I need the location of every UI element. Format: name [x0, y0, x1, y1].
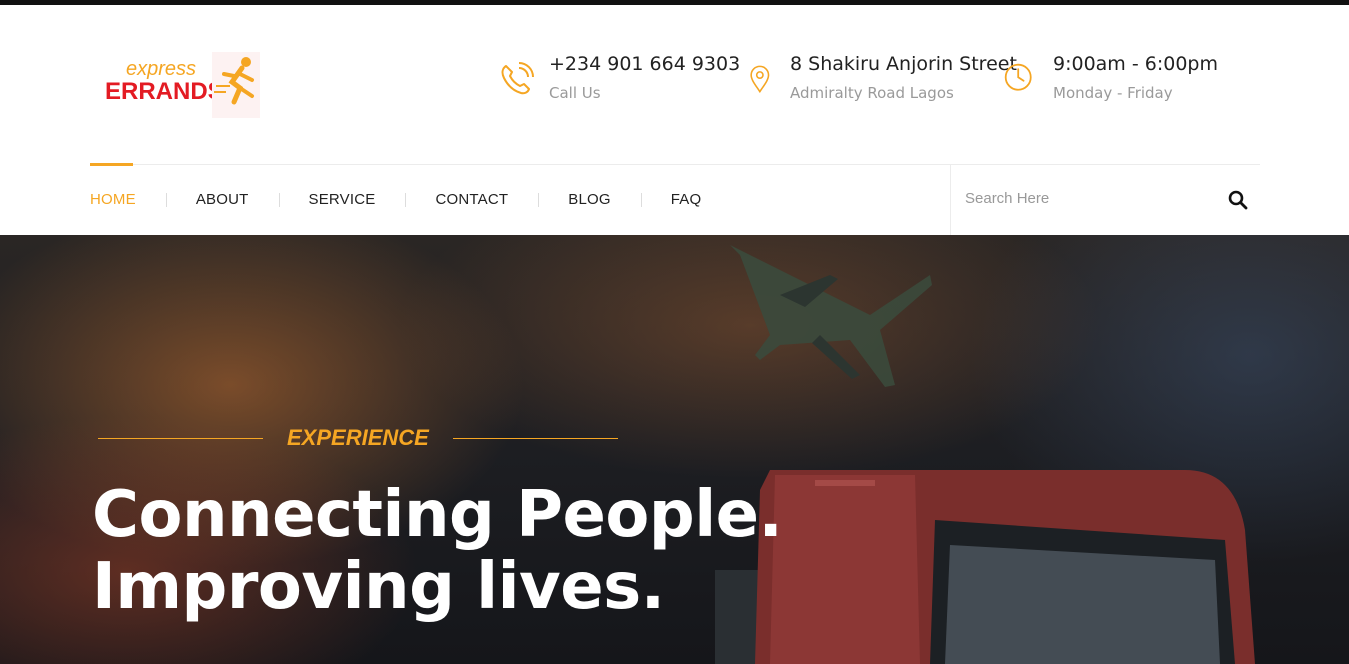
hero-headline: Connecting People. Improving lives. — [92, 478, 783, 624]
address-line1: 8 Shakiru Anjorin Street — [790, 53, 1017, 75]
hero-banner: EXPERIENCE Connecting People. Improving … — [0, 235, 1349, 664]
kicker-line-left — [98, 437, 263, 439]
phone-caption: Call Us — [549, 84, 601, 102]
hours-days: Monday - Friday — [1053, 84, 1173, 102]
nav-faq[interactable]: FAQ — [640, 190, 732, 210]
airplane-illustration — [730, 245, 932, 387]
hero-headline-line2: Improving lives. — [92, 550, 665, 624]
runner-icon — [212, 52, 260, 118]
phone-number[interactable]: +234 901 664 9303 — [549, 50, 740, 78]
kicker-line-right — [452, 437, 618, 439]
hero-kicker: EXPERIENCE — [287, 425, 429, 450]
search-input[interactable] — [963, 189, 1217, 208]
nav-blog[interactable]: BLOG — [538, 190, 640, 210]
search-icon[interactable] — [1227, 189, 1249, 211]
truck-illustration — [715, 470, 1255, 664]
contact-phone: +234 901 664 9303 Call Us — [497, 50, 740, 102]
main-nav: HOME ABOUT SERVICE CONTACT BLOG FAQ — [90, 165, 731, 235]
address-line2: Admiralty Road Lagos — [790, 84, 954, 102]
contact-address: 8 Shakiru Anjorin Street Admiralty Road … — [748, 50, 1017, 102]
logo[interactable]: express ERRANDS — [100, 48, 260, 118]
hours-time: 9:00am - 6:00pm — [1053, 53, 1218, 75]
search-bar — [950, 165, 1261, 235]
nav-home[interactable]: HOME — [90, 190, 166, 210]
contact-hours: 9:00am - 6:00pm Monday - Friday — [1003, 50, 1218, 102]
phone-icon — [501, 62, 534, 95]
logo-errands-text: ERRANDS — [105, 78, 224, 105]
nav-contact[interactable]: CONTACT — [405, 190, 538, 210]
nav-service[interactable]: SERVICE — [278, 190, 406, 210]
location-pin-icon — [750, 65, 770, 94]
top-bar — [0, 0, 1349, 5]
clock-icon — [1004, 63, 1032, 91]
nav-about[interactable]: ABOUT — [165, 190, 279, 210]
hero-kicker-row: EXPERIENCE — [98, 425, 618, 451]
hero-headline-line1: Connecting People. — [92, 478, 783, 552]
